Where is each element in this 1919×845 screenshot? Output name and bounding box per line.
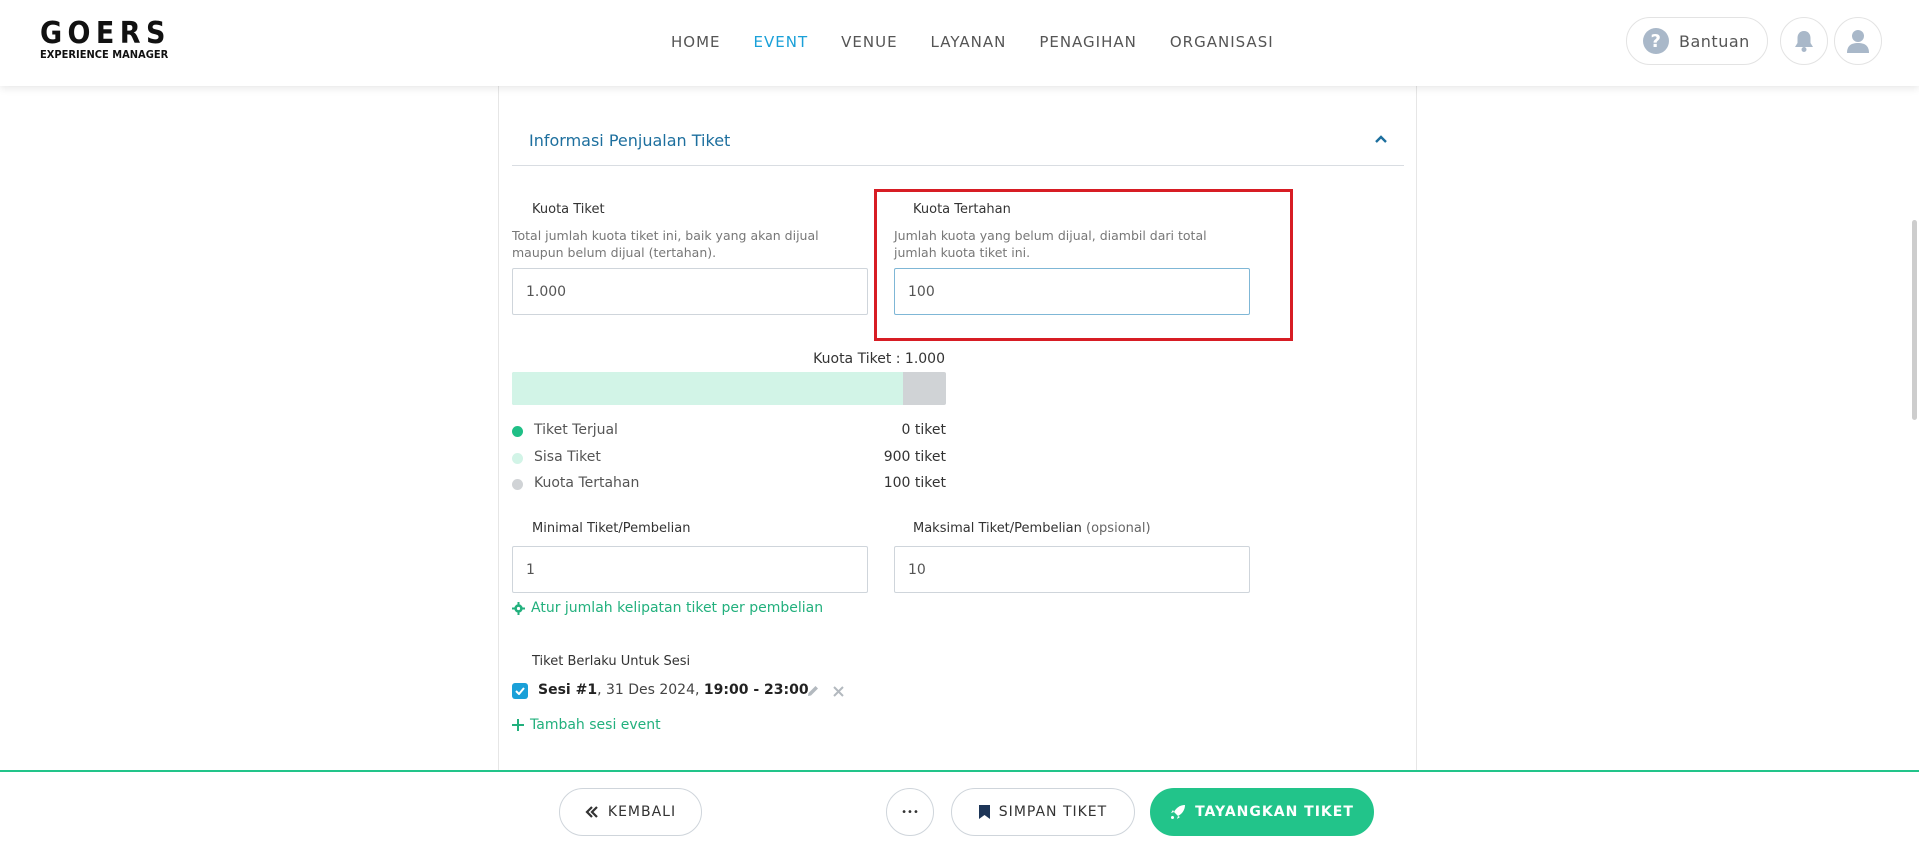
main-nav: HOME EVENT VENUE LAYANAN PENAGIHAN ORGAN…: [671, 33, 1307, 51]
profile-button[interactable]: [1834, 17, 1882, 65]
quota-total-label: Kuota Tiket : 1.000: [813, 351, 945, 367]
add-session-link[interactable]: Tambah sesi event: [512, 717, 661, 733]
legend-sold-name: Tiket Terjual: [534, 422, 618, 438]
help-label: Bantuan: [1679, 31, 1750, 51]
legend-held-value: 100 tiket: [883, 475, 946, 491]
top-header: GOERS EXPERIENCE MANAGER HOME EVENT VENU…: [0, 0, 1919, 86]
min-input[interactable]: [512, 546, 868, 593]
legend-held-name: Kuota Tertahan: [534, 475, 640, 491]
more-button[interactable]: •••: [886, 788, 934, 836]
quota-input[interactable]: [512, 268, 868, 315]
quota-label: Kuota Tiket: [532, 202, 605, 217]
publish-ticket-button[interactable]: TAYANGKAN TIKET: [1150, 788, 1374, 836]
session-date: , 31 Des 2024,: [597, 682, 704, 698]
multiple-link[interactable]: Atur jumlah kelipatan tiket per pembelia…: [512, 600, 823, 616]
legend-sold: Tiket Terjual 0 tiket: [512, 422, 946, 442]
more-icon: •••: [901, 806, 919, 818]
session-checkbox[interactable]: [512, 683, 528, 699]
legend-sold-value: 0 tiket: [901, 422, 946, 438]
max-optional: (opsional): [1086, 521, 1151, 536]
min-label: Minimal Tiket/Pembelian: [532, 521, 691, 536]
question-icon: ?: [1643, 28, 1669, 54]
multiple-link-label: Atur jumlah kelipatan tiket per pembelia…: [531, 600, 824, 616]
nav-venue[interactable]: VENUE: [841, 33, 897, 51]
sessions-label: Tiket Berlaku Untuk Sesi: [532, 654, 691, 669]
plus-icon: [512, 719, 524, 731]
page-scrollbar[interactable]: [1912, 220, 1917, 420]
save-ticket-button[interactable]: SIMPAN TIKET: [951, 788, 1135, 836]
nav-layanan[interactable]: LAYANAN: [931, 33, 1007, 51]
goers-logo[interactable]: GOERS EXPERIENCE MANAGER: [40, 19, 185, 61]
held-quota-help: Jumlah kuota yang belum dijual, diambil …: [894, 228, 1207, 260]
logo-subtext: EXPERIENCE MANAGER: [40, 48, 169, 61]
quota-bar-available: [512, 372, 903, 405]
sold-dot: [512, 426, 523, 437]
held-quota-input[interactable]: [894, 268, 1250, 315]
notification-button[interactable]: [1780, 17, 1828, 65]
max-label-wrap: Maksimal Tiket/Pembelian (opsional): [913, 521, 1151, 536]
back-label: KEMBALI: [607, 804, 677, 820]
bookmark-icon: [978, 805, 990, 819]
user-icon: [1847, 30, 1869, 53]
close-icon[interactable]: [833, 686, 844, 697]
check-icon: [515, 687, 525, 695]
remaining-dot: [512, 453, 523, 464]
double-chevron-left-icon: [585, 806, 598, 818]
help-button[interactable]: ? Bantuan: [1626, 17, 1768, 65]
legend-remaining-name: Sisa Tiket: [534, 449, 601, 465]
nav-organisasi[interactable]: ORGANISASI: [1170, 33, 1274, 51]
held-quota-label: Kuota Tertahan: [913, 202, 1011, 217]
quota-bar: [512, 372, 946, 405]
max-label: Maksimal Tiket/Pembelian: [913, 521, 1082, 536]
edit-icon[interactable]: [806, 684, 820, 698]
quota-help: Total jumlah kuota tiket ini, baik yang …: [512, 228, 819, 260]
session-time: 19:00 - 23:00: [703, 682, 809, 698]
section-title: Informasi Penjualan Tiket: [529, 131, 731, 150]
legend-remaining: Sisa Tiket 900 tiket: [512, 449, 946, 469]
session-name: Sesi #1: [538, 682, 598, 698]
bell-icon: [1795, 31, 1813, 52]
chevron-up-icon[interactable]: [1374, 134, 1388, 144]
gear-icon: [512, 601, 525, 615]
action-footer: KEMBALI ••• SIMPAN TIKET TAYANGKAN TIKET: [0, 770, 1919, 845]
publish-ticket-label: TAYANGKAN TIKET: [1195, 804, 1354, 820]
legend-held: Kuota Tertahan 100 tiket: [512, 475, 946, 495]
nav-penagihan[interactable]: PENAGIHAN: [1039, 33, 1137, 51]
back-button[interactable]: KEMBALI: [559, 788, 702, 836]
max-input[interactable]: [894, 546, 1250, 593]
add-session-label: Tambah sesi event: [530, 717, 661, 733]
session-item: Sesi #1, 31 Des 2024, 19:00 - 23:00: [538, 682, 809, 698]
section-header[interactable]: Informasi Penjualan Tiket: [512, 128, 1404, 166]
nav-event[interactable]: EVENT: [754, 33, 809, 51]
rocket-icon: [1171, 805, 1186, 819]
logo-text: GOERS: [40, 16, 171, 51]
legend-remaining-value: 900 tiket: [883, 449, 946, 465]
held-dot: [512, 479, 523, 490]
save-ticket-label: SIMPAN TIKET: [998, 804, 1108, 820]
nav-home[interactable]: HOME: [671, 33, 721, 51]
